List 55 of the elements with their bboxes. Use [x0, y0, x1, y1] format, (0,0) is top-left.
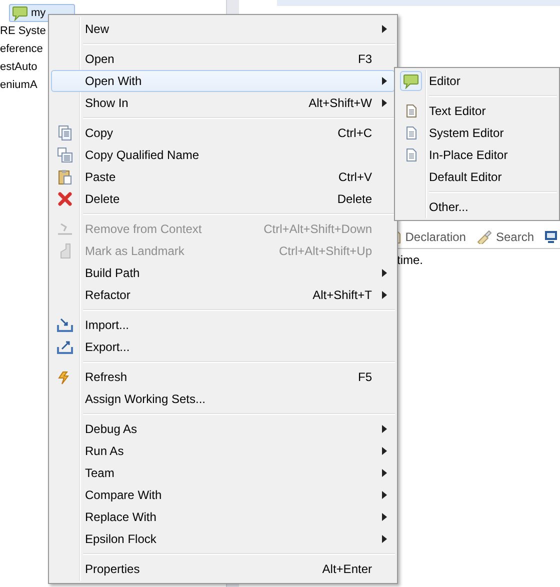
menu-item[interactable]: Copy Qualified Name — [51, 144, 395, 166]
menu-item[interactable]: Properties Alt+Enter — [51, 558, 395, 580]
submenu-arrow-icon — [382, 77, 387, 85]
submenu-arrow-icon — [382, 447, 387, 455]
speech-bubble-icon — [403, 74, 419, 88]
submenu-arrow-icon — [382, 269, 387, 277]
view-tab[interactable] — [544, 230, 558, 244]
menu-item[interactable]: Default Editor — [397, 166, 557, 188]
menu-item[interactable]: Copy Ctrl+C — [51, 122, 395, 144]
menu-item[interactable]: Export... — [51, 336, 395, 358]
submenu-arrow-icon — [382, 491, 387, 499]
menu-item[interactable]: Open F3 — [51, 48, 395, 70]
submenu-arrow-icon — [382, 25, 387, 33]
document-icon — [406, 148, 416, 162]
menu-item[interactable]: Editor — [397, 70, 557, 92]
submenu-arrow-icon — [382, 425, 387, 433]
console-text: time. — [397, 253, 424, 267]
menu-item[interactable]: Refactor Alt+Shift+T — [51, 284, 395, 306]
submenu-arrow-icon — [382, 291, 387, 299]
close-icon — [58, 192, 72, 206]
monitor-icon — [544, 230, 558, 244]
menu-item[interactable]: Team — [51, 462, 395, 484]
menu-item[interactable]: In-Place Editor — [397, 144, 557, 166]
menu-item[interactable]: Assign Working Sets... — [51, 388, 395, 410]
submenu-arrow-icon — [382, 513, 387, 521]
menu-item[interactable]: Import... — [51, 314, 395, 336]
menu-item[interactable]: Debug As — [51, 418, 395, 440]
menu-item[interactable]: Other... — [397, 196, 557, 218]
menu-item[interactable]: Open With — [51, 70, 395, 92]
submenu-arrow-icon — [382, 469, 387, 477]
menu-item[interactable]: Paste Ctrl+V — [51, 166, 395, 188]
menu-item[interactable]: Epsilon Flock — [51, 528, 395, 550]
menu-item[interactable]: Replace With — [51, 506, 395, 528]
clipboard-icon — [58, 169, 72, 185]
submenu-arrow-icon — [382, 535, 387, 543]
speech-bubble-icon — [12, 6, 28, 20]
copy-icon — [58, 125, 72, 141]
menu-item[interactable]: Show In Alt+Shift+W — [51, 92, 395, 114]
export-icon — [57, 340, 73, 354]
remove-icon — [57, 222, 73, 236]
document-icon — [406, 104, 416, 118]
menu-item[interactable]: Build Path — [51, 262, 395, 284]
menu-item[interactable]: Delete Delete — [51, 188, 395, 210]
submenu-arrow-icon — [382, 99, 387, 107]
import-icon — [57, 318, 73, 332]
menu-item[interactable]: Refresh F5 — [51, 366, 395, 388]
menu-item[interactable]: System Editor — [397, 122, 557, 144]
menu-item[interactable]: Compare With — [51, 484, 395, 506]
menu-item[interactable]: Text Editor — [397, 100, 557, 122]
flashlight-icon — [476, 230, 492, 244]
menu-item[interactable]: Run As — [51, 440, 395, 462]
copy-icon — [57, 147, 73, 163]
landmark-icon — [58, 243, 72, 259]
document-icon — [406, 126, 416, 140]
view-tab[interactable]: Search — [476, 230, 534, 244]
